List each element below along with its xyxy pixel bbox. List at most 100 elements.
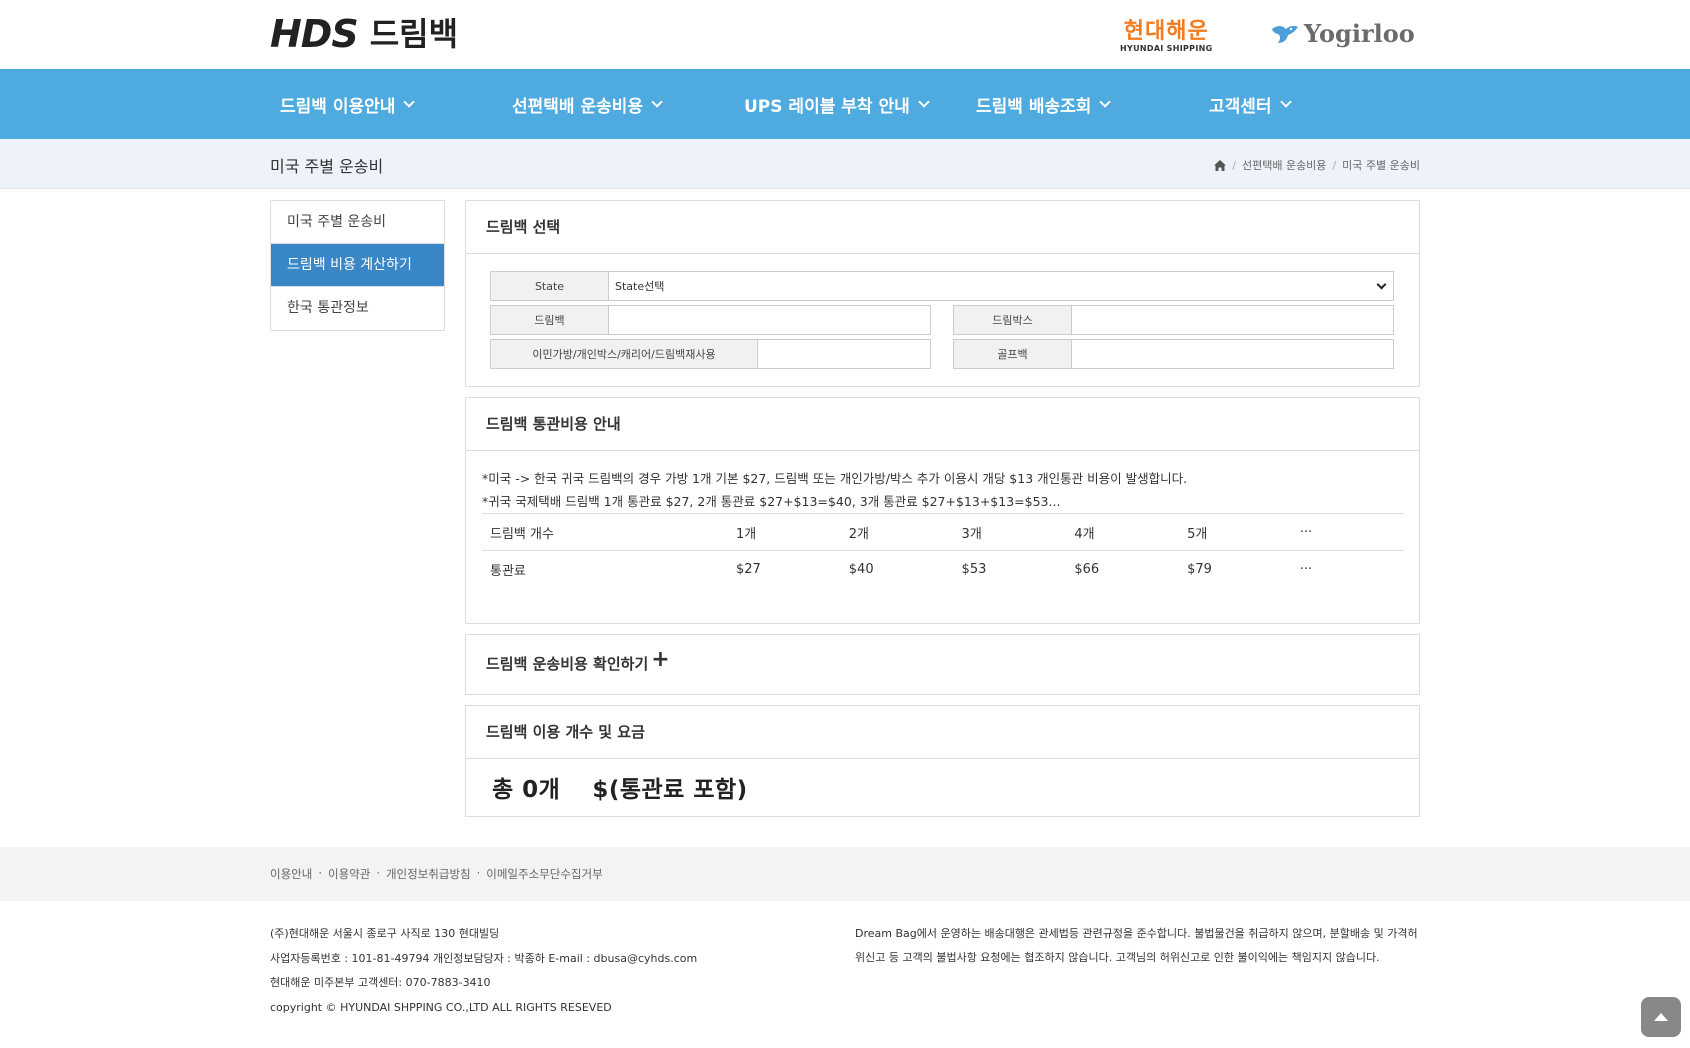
- customs-notice-1: *미국 -> 한국 귀국 드림백의 경우 가방 1개 기본 $27, 드림백 또…: [482, 471, 1188, 486]
- table-cell: ···: [1291, 550, 1404, 588]
- table-cell: $66: [1066, 550, 1180, 588]
- customs-fee-table: 드림백 개수 1개 2개 3개 4개 5개 ··· 통관료 $27 $40 $5…: [482, 513, 1404, 588]
- dreambox-row: 드림박스: [953, 305, 1394, 335]
- footer-link-bar: 이용안내 · 이용약관 · 개인정보취급방침 · 이메일주소무단수집거부: [0, 847, 1690, 901]
- chevron-down-icon: [1279, 95, 1292, 108]
- footer-link-privacy[interactable]: 개인정보취급방침: [386, 866, 471, 882]
- breadcrumb-item[interactable]: 미국 주별 운송비: [1342, 157, 1420, 173]
- state-select[interactable]: State선택: [609, 271, 1394, 301]
- partner1-sub: HYUNDAI SHIPPING: [1120, 44, 1213, 53]
- chevron-down-icon: [918, 95, 930, 108]
- footer-link-usage[interactable]: 이용안내: [270, 866, 312, 882]
- table-cell: $40: [840, 550, 954, 588]
- dreambag-select-panel: 드림백 선택 State State선택 드림백 드림박스 이민가방/개인박스/…: [465, 200, 1420, 387]
- customs-notice-2: *귀국 국제택배 드림백 1개 통관료 $27, 2개 통관료 $27+$13=…: [482, 494, 1061, 509]
- panel-title: 드림백 이용 개수 및 요금: [466, 706, 1419, 759]
- hyundai-shipping-logo[interactable]: 현대해운 HYUNDAI SHIPPING: [1120, 19, 1213, 54]
- main-nav: 드림백 이용안내 선편택배 운송비용 UPS 레이블 부착 안내 드림백 배송조…: [0, 69, 1690, 139]
- footer-link-terms[interactable]: 이용약관: [328, 866, 370, 882]
- site-logo[interactable]: HDS 드림백: [270, 14, 458, 54]
- hds-logo-mark: HDS: [270, 12, 359, 56]
- table-cell: 1개: [728, 513, 841, 551]
- home-icon[interactable]: [1214, 159, 1227, 171]
- table-row: 통관료 $27 $40 $53 $66 $79 ···: [482, 550, 1404, 588]
- partner2-text: Yogirloo: [1304, 19, 1415, 48]
- dreambag-input[interactable]: [609, 305, 931, 335]
- golfbag-input[interactable]: [1072, 339, 1394, 369]
- company-info: (주)현대해운 서울시 종로구 사직로 130 현대빌딩 사업자등록번호 : 1…: [270, 922, 697, 1020]
- breadcrumb-item[interactable]: 선편택배 운송비용: [1242, 157, 1326, 173]
- dreambag-label: 드림백: [490, 305, 609, 335]
- golfbag-row: 골프백: [953, 339, 1394, 369]
- dreambox-input[interactable]: [1072, 305, 1394, 335]
- total-summary: 총 0개 $(통관료 포함): [492, 777, 748, 803]
- nav-item-support[interactable]: 고객센터: [1209, 69, 1292, 139]
- legal-notice: Dream Bag에서 운영하는 배송대행은 관세법등 관련규정을 준수합니다.…: [855, 927, 1418, 964]
- sidebar-item-customs-info[interactable]: 한국 통관정보: [271, 287, 444, 330]
- page-subheader: 미국 주별 운송비 / 선편택배 운송비용 / 미국 주별 운송비: [0, 139, 1690, 189]
- reuse-label: 이민가방/개인박스/캐리어/드림백재사용: [490, 339, 758, 369]
- footer-link-email-policy[interactable]: 이메일주소무단수집거부: [486, 866, 602, 882]
- yogirloo-logo[interactable]: Yogirloo: [1270, 20, 1415, 48]
- table-cell: $79: [1179, 550, 1292, 588]
- table-row: 드림백 개수 1개 2개 3개 4개 5개 ···: [482, 513, 1404, 551]
- table-cell: $53: [953, 550, 1067, 588]
- customs-fee-panel: 드림백 통관비용 안내 *미국 -> 한국 귀국 드림백의 경우 가방 1개 기…: [465, 397, 1420, 624]
- golfbag-label: 골프백: [953, 339, 1072, 369]
- shipping-cost-panel[interactable]: 드림백 운송비용 확인하기 +: [465, 634, 1420, 695]
- company-address: (주)현대해운 서울시 종로구 사직로 130 현대빌딩: [270, 927, 500, 940]
- bird-icon: [1272, 25, 1298, 43]
- nav-item-shipping-cost[interactable]: 선편택배 운송비용: [512, 69, 663, 139]
- breadcrumb: / 선편택배 운송비용 / 미국 주별 운송비: [1214, 157, 1420, 173]
- footer-link-separator: ·: [476, 866, 481, 880]
- logo-text: 드림백: [369, 15, 459, 53]
- nav-label: 고객센터: [1209, 96, 1272, 117]
- chevron-down-icon: [1099, 95, 1112, 108]
- table-cell: 4개: [1066, 513, 1180, 551]
- chevron-up-icon: [1654, 1013, 1668, 1021]
- table-cell: 2개: [840, 513, 954, 551]
- breadcrumb-separator: /: [1232, 158, 1236, 172]
- state-select-value: State선택: [615, 280, 665, 293]
- footer-link-separator: ·: [318, 866, 322, 880]
- customer-center: 현대해운 미주본부 고객센터: 070-7883-3410: [270, 976, 491, 989]
- nav-item-tracking[interactable]: 드림백 배송조회: [976, 69, 1112, 139]
- copyright: copyright © HYUNDAI SHPPING CO.,LTD ALL …: [270, 1000, 612, 1014]
- panel-title: 드림백 선택: [466, 201, 1419, 254]
- summary-panel: 드림백 이용 개수 및 요금 총 0개 $(통관료 포함): [465, 705, 1420, 817]
- nav-label: 드림백 배송조회: [976, 96, 1092, 117]
- dreambox-label: 드림박스: [953, 305, 1072, 335]
- sidebar-item-cost-calculator[interactable]: 드림백 비용 계산하기: [271, 244, 444, 287]
- state-label: State: [490, 271, 609, 301]
- chevron-down-icon: [403, 95, 416, 108]
- page-title: 미국 주별 운송비: [270, 157, 384, 176]
- state-row: State State선택: [490, 271, 1394, 301]
- panel-header[interactable]: 드림백 운송비용 확인하기 +: [466, 635, 1419, 693]
- partner1-main: 현대해운: [1123, 19, 1209, 44]
- table-row-header: 드림백 개수: [482, 513, 729, 551]
- nav-label: UPS 레이블 부착 안내: [744, 96, 910, 117]
- panel-title: 드림백 통관비용 안내: [466, 398, 1419, 451]
- expand-plus-icon[interactable]: +: [651, 629, 669, 691]
- table-cell: ···: [1291, 513, 1404, 551]
- panel-title: 드림백 운송비용 확인하기: [486, 655, 649, 673]
- nav-item-ups-label[interactable]: UPS 레이블 부착 안내: [744, 69, 930, 139]
- chevron-down-icon: [1376, 279, 1387, 289]
- table-cell: 3개: [953, 513, 1067, 551]
- table-cell: $27: [728, 550, 841, 588]
- nav-item-guide[interactable]: 드림백 이용안내: [280, 69, 416, 139]
- table-cell: 5개: [1179, 513, 1292, 551]
- table-row-header: 통관료: [482, 550, 729, 588]
- company-registration: 사업자등록번호 : 101-81-49794 개인정보담당자 : 박종하 E-m…: [270, 951, 698, 965]
- sidebar: 미국 주별 운송비 드림백 비용 계산하기 한국 통관정보: [270, 200, 445, 331]
- nav-label: 선편택배 운송비용: [512, 96, 644, 117]
- scroll-to-top-button[interactable]: [1641, 997, 1681, 1037]
- sidebar-item-state-rates[interactable]: 미국 주별 운송비: [271, 201, 444, 244]
- footer-links: 이용안내 · 이용약관 · 개인정보취급방침 · 이메일주소무단수집거부: [270, 866, 603, 882]
- dreambag-row: 드림백: [490, 305, 931, 335]
- nav-label: 드림백 이용안내: [280, 96, 396, 117]
- site-header: HDS 드림백 현대해운 HYUNDAI SHIPPING Yogirloo: [0, 0, 1690, 69]
- breadcrumb-separator: /: [1332, 158, 1337, 172]
- footer-link-separator: ·: [376, 866, 380, 880]
- reuse-input[interactable]: [758, 339, 931, 369]
